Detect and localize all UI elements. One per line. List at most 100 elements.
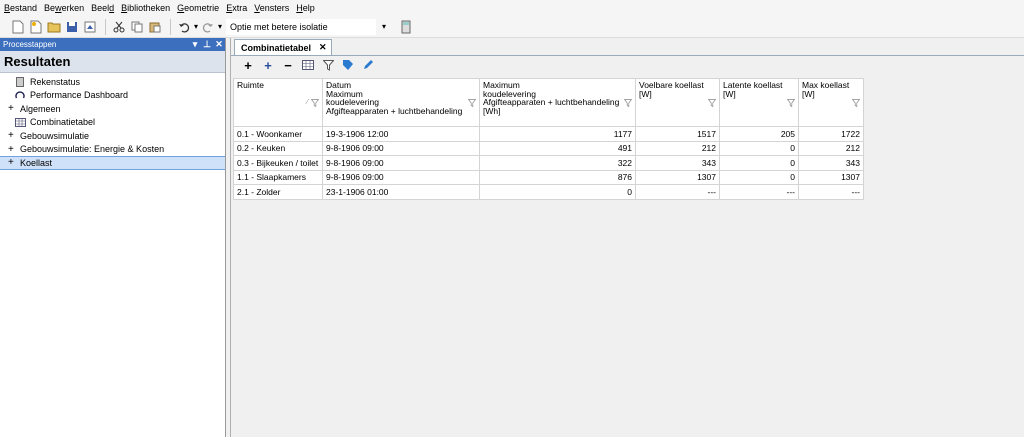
add-icon[interactable]: +: [241, 58, 255, 73]
undo-dropdown-icon[interactable]: ▾: [194, 22, 198, 31]
cell-ruimte: 0.2 - Keuken: [233, 140, 323, 156]
chevron-down-icon[interactable]: ▾: [382, 22, 386, 31]
filter-icon[interactable]: [321, 58, 335, 72]
close-icon[interactable]: ✕: [213, 39, 225, 50]
expand-icon[interactable]: +: [8, 130, 20, 141]
tree-item-combinatietabel[interactable]: Combinatietabel: [0, 116, 225, 130]
document-area: Combinatietabel ✕ + + − Ruimte ⁄ Datum M…: [230, 38, 1024, 437]
cell-datum: 9-8-1906 09:00: [322, 140, 480, 156]
paste-icon[interactable]: [147, 19, 163, 35]
undo-icon[interactable]: [176, 19, 192, 35]
expand-icon[interactable]: +: [8, 157, 20, 168]
tree-item-rekenstatus[interactable]: Rekenstatus: [0, 75, 225, 89]
cell-ruimte: 0.3 - Bijkeuken / toilet: [233, 155, 323, 171]
cell-latente: ---: [719, 184, 799, 200]
tree-item-algemeen[interactable]: + Algemeen: [0, 102, 225, 116]
dropdown-icon[interactable]: ▾: [189, 39, 201, 50]
calculator-icon[interactable]: [398, 19, 414, 35]
cell-max-koellast: 1307: [798, 169, 864, 185]
redo-icon[interactable]: [200, 19, 216, 35]
tree-item-performance-dashboard[interactable]: Performance Dashboard: [0, 89, 225, 103]
column-header-latente-koellast[interactable]: Latente koellast [W]: [719, 78, 799, 127]
cell-voelbare: 1517: [635, 126, 720, 142]
tab-combinatietabel[interactable]: Combinatietabel ✕: [234, 39, 332, 55]
cell-latente: 0: [719, 155, 799, 171]
cell-datum: 9-8-1906 09:00: [322, 169, 480, 185]
tree-item-koellast[interactable]: + Koellast: [0, 156, 225, 170]
calculator-icon: [14, 76, 26, 87]
cell-latente: 0: [719, 169, 799, 185]
menu-bibliotheken[interactable]: Bibliotheken: [121, 3, 170, 13]
column-header-datum[interactable]: Datum Maximum koudelevering Afgifteappar…: [322, 78, 480, 127]
menu-bar: Bestand Bewerken Beeld Bibliotheken Geom…: [0, 0, 1024, 16]
expand-icon[interactable]: +: [8, 144, 20, 155]
table-settings-icon[interactable]: [301, 58, 315, 72]
menu-help[interactable]: Help: [296, 3, 315, 13]
column-filter-icon[interactable]: [708, 99, 716, 107]
menu-geometrie[interactable]: Geometrie: [177, 3, 219, 13]
cell-max-koellast: 343: [798, 155, 864, 171]
cell-ruimte: 0.1 - Woonkamer: [233, 126, 323, 142]
column-filter-icon[interactable]: [468, 99, 476, 107]
tab-label: Combinatietabel: [241, 42, 312, 53]
main-toolbar: ▾ ▾ Optie met betere isolatie ▾: [0, 16, 1024, 38]
tree-item-gebouwsimulatie[interactable]: + Gebouwsimulatie: [0, 129, 225, 143]
panel-title: Processtappen: [3, 40, 57, 49]
cell-ruimte: 2.1 - Zolder: [233, 184, 323, 200]
column-header-maximum-koudelevering[interactable]: Maximum koudelevering Afgifteapparaten +…: [479, 78, 636, 127]
cell-datum: 23-1-1906 01:00: [322, 184, 480, 200]
tree-item-label: Koellast: [20, 157, 53, 168]
menu-vensters[interactable]: Vensters: [254, 3, 289, 13]
expand-icon[interactable]: +: [8, 103, 20, 114]
cell-maximum: 0: [479, 184, 636, 200]
cut-icon[interactable]: [111, 19, 127, 35]
menu-extra[interactable]: Extra: [226, 3, 247, 13]
table-row[interactable]: 0.3 - Bijkeuken / toilet 9-8-1906 09:00 …: [233, 155, 864, 171]
tag-icon[interactable]: [341, 58, 355, 72]
cell-max-koellast: 1722: [798, 126, 864, 142]
table-row[interactable]: 0.2 - Keuken 9-8-1906 09:00 491 212 0 21…: [233, 140, 864, 156]
cell-maximum: 876: [479, 169, 636, 185]
new-template-icon[interactable]: [28, 19, 44, 35]
cell-voelbare: 343: [635, 155, 720, 171]
column-header-voelbare-koellast[interactable]: Voelbare koellast [W]: [635, 78, 720, 127]
open-folder-icon[interactable]: [46, 19, 62, 35]
tree-item-gebouwsimulatie-energie-kosten[interactable]: + Gebouwsimulatie: Energie & Kosten: [0, 143, 225, 157]
column-filter-icon[interactable]: [787, 99, 795, 107]
tab-strip: Combinatietabel ✕: [231, 38, 1024, 56]
sort-indicator-icon: ⁄: [306, 99, 308, 106]
variant-select[interactable]: Optie met betere isolatie: [226, 18, 377, 35]
combination-table: Ruimte ⁄ Datum Maximum koudelevering Afg…: [233, 78, 864, 200]
save-icon[interactable]: [64, 19, 80, 35]
table-header-row: Ruimte ⁄ Datum Maximum koudelevering Afg…: [233, 78, 864, 127]
column-filter-icon[interactable]: [852, 99, 860, 107]
section-title: Resultaten: [0, 51, 225, 73]
cell-datum: 9-8-1906 09:00: [322, 155, 480, 171]
close-tab-icon[interactable]: ✕: [319, 42, 327, 53]
column-filter-icon[interactable]: [624, 99, 632, 107]
menu-bestand[interactable]: Bestand: [4, 3, 37, 13]
variant-select-value: Optie met betere isolatie: [230, 21, 328, 32]
cell-maximum: 1177: [479, 126, 636, 142]
table-row[interactable]: 2.1 - Zolder 23-1-1906 01:00 0 --- --- -…: [233, 184, 864, 200]
column-header-max-koellast[interactable]: Max koellast [W]: [798, 78, 864, 127]
column-filter-icon[interactable]: [311, 99, 319, 107]
save-as-icon[interactable]: [82, 19, 98, 35]
redo-dropdown-icon[interactable]: ▾: [218, 22, 222, 31]
cell-voelbare: 1307: [635, 169, 720, 185]
menu-bewerken[interactable]: Bewerken: [44, 3, 84, 13]
tree-item-label: Rekenstatus: [30, 76, 81, 87]
table-row[interactable]: 1.1 - Slaapkamers 9-8-1906 09:00 876 130…: [233, 169, 864, 185]
column-header-ruimte[interactable]: Ruimte ⁄: [233, 78, 323, 127]
copy-icon[interactable]: [129, 19, 145, 35]
edit-pencil-icon[interactable]: [361, 58, 375, 72]
tree-item-label: Combinatietabel: [30, 117, 96, 128]
cell-voelbare: ---: [635, 184, 720, 200]
table-row[interactable]: 0.1 - Woonkamer 19-3-1906 12:00 1177 151…: [233, 126, 864, 142]
pin-icon[interactable]: ⊥: [201, 39, 213, 50]
menu-beeld[interactable]: Beeld: [91, 3, 114, 13]
new-file-icon[interactable]: [10, 19, 26, 35]
cell-ruimte: 1.1 - Slaapkamers: [233, 169, 323, 185]
add-multiple-icon[interactable]: +: [261, 58, 275, 73]
remove-icon[interactable]: −: [281, 58, 295, 73]
